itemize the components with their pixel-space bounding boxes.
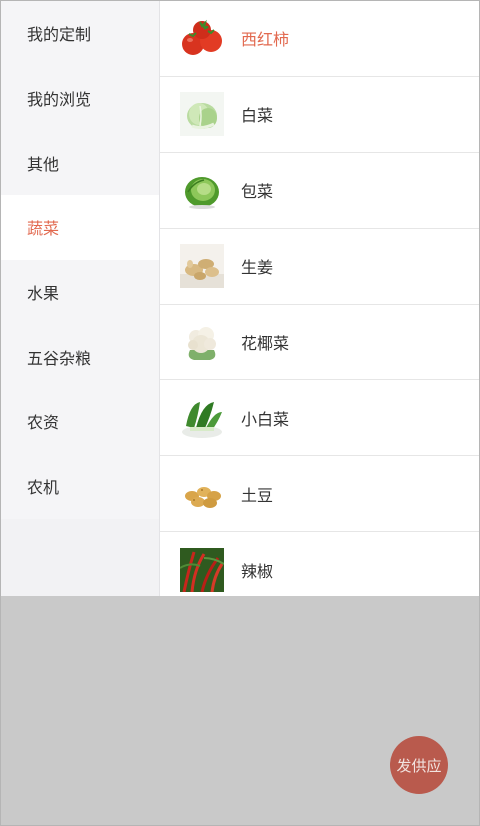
sidebar-item-agri-machinery[interactable]: 农机 [1, 453, 159, 519]
sidebar-item-my-custom[interactable]: 我的定制 [1, 1, 159, 66]
product-row-tomato[interactable]: 西红柿 [160, 1, 479, 77]
cabbage-icon [180, 168, 224, 213]
product-label: 西红柿 [241, 30, 290, 50]
category-panel: 我的定制 我的浏览 其他 蔬菜 水果 五谷杂粮 农资 农机 西红柿 白菜 包菜 … [1, 1, 479, 596]
product-row-cauliflower[interactable]: 花椰菜 [160, 305, 479, 381]
product-label: 土豆 [241, 485, 274, 505]
sidebar-item-agri-supplies[interactable]: 农资 [1, 389, 159, 454]
product-label: 白菜 [241, 106, 274, 126]
sidebar-item-other[interactable]: 其他 [1, 130, 159, 196]
tomato-icon [180, 16, 224, 61]
product-list: 西红柿 白菜 包菜 生姜 花椰菜 小白菜 土豆 辣椒 [160, 1, 479, 596]
screen: 我的定制 我的浏览 其他 蔬菜 水果 五谷杂粮 农资 农机 西红柿 白菜 包菜 … [0, 0, 480, 826]
product-label: 花椰菜 [241, 334, 290, 353]
napa-cabbage-icon [180, 92, 224, 137]
publish-supply-button[interactable]: 发供应 [390, 736, 448, 794]
potato-icon [180, 471, 224, 516]
product-label: 生姜 [241, 258, 274, 278]
category-sidebar: 我的定制 我的浏览 其他 蔬菜 水果 五谷杂粮 农资 农机 [1, 1, 160, 596]
sidebar-item-vegetables[interactable]: 蔬菜 [1, 195, 159, 260]
sidebar-item-my-browsing[interactable]: 我的浏览 [1, 65, 159, 131]
sidebar-item-fruit[interactable]: 水果 [1, 259, 159, 325]
product-row-chili-pepper[interactable]: 辣椒 [160, 532, 479, 596]
product-row-cabbage[interactable]: 包菜 [160, 153, 479, 229]
ginger-icon [180, 244, 224, 289]
product-row-bok-choy[interactable]: 小白菜 [160, 380, 479, 457]
product-label: 小白菜 [241, 409, 290, 429]
bok-choy-icon [180, 395, 224, 440]
product-label: 包菜 [241, 182, 274, 202]
product-row-potato[interactable]: 土豆 [160, 456, 479, 533]
product-row-ginger[interactable]: 生姜 [160, 229, 479, 305]
product-row-napa-cabbage[interactable]: 白菜 [160, 77, 479, 153]
product-label: 辣椒 [241, 562, 274, 582]
chili-pepper-icon [180, 548, 224, 593]
cauliflower-icon [180, 320, 224, 364]
sidebar-item-grains[interactable]: 五谷杂粮 [1, 324, 159, 390]
